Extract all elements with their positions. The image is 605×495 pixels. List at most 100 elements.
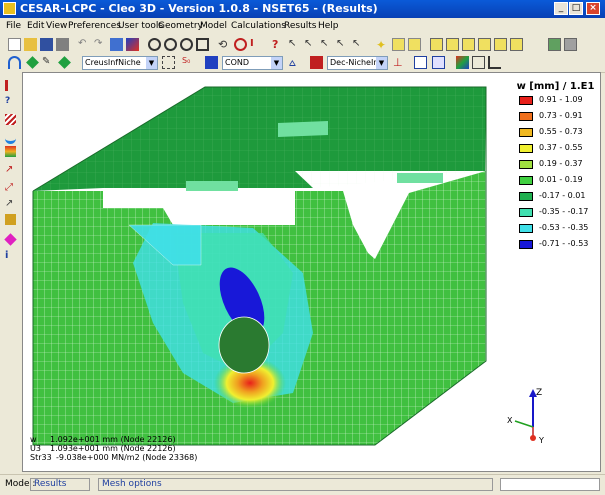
rotate-icon[interactable]: ⟲ [218, 38, 231, 51]
minimize-button[interactable]: _ [554, 2, 568, 15]
title-bar[interactable]: CESAR-LCPC - Cleo 3D - Version 1.0.8 - N… [0, 0, 605, 18]
menu-edit[interactable]: Edit [27, 21, 44, 31]
legend-swatch [519, 128, 533, 137]
box-deselect-icon[interactable] [408, 38, 421, 51]
legend-swatch [519, 208, 533, 217]
view-bottom-icon[interactable] [510, 38, 523, 51]
tunnel-section [218, 316, 270, 374]
zoom-icon[interactable] [148, 38, 161, 51]
volume-icon[interactable] [5, 214, 16, 225]
condition-combo-value: COND [225, 58, 250, 67]
select-node-icon[interactable]: ↖ [320, 38, 333, 51]
legend-range: 0.37 - 0.55 [539, 143, 583, 152]
print-icon[interactable] [56, 38, 69, 51]
arch-icon[interactable] [8, 56, 21, 69]
green-diamond-icon[interactable] [26, 56, 39, 69]
app-icon [3, 2, 16, 15]
view-iso-icon[interactable] [548, 38, 561, 51]
arrow-up-icon[interactable]: ↗ [5, 164, 16, 175]
legend-item: -0.71 - -0.53 [513, 236, 598, 252]
redo-icon[interactable]: ↷ [94, 38, 107, 51]
view-perspective-icon[interactable] [564, 38, 577, 51]
view-right-icon[interactable] [478, 38, 491, 51]
secondary-toolbar: ✎ CreusInfNiche ▼ S₀ COND ▼ ⩟ Dec-NicheI… [0, 54, 605, 73]
save-icon[interactable] [40, 38, 53, 51]
menu-user-tools[interactable]: User tools [118, 21, 163, 31]
isovalues-icon[interactable] [456, 56, 469, 69]
axis-x-label: X [507, 416, 513, 425]
undo-icon[interactable]: ↶ [78, 38, 91, 51]
select-element-icon[interactable]: ↖ [336, 38, 349, 51]
legend-item: 0.37 - 0.55 [513, 140, 598, 156]
legend-range: 0.55 - 0.73 [539, 127, 583, 136]
mesh-grid-icon[interactable] [162, 56, 175, 69]
pen-icon[interactable]: ✎ [42, 56, 55, 69]
zoom-in-icon[interactable] [164, 38, 177, 51]
condition-combo[interactable]: COND ▼ [222, 56, 283, 70]
legend-swatch [519, 144, 533, 153]
maximize-button[interactable]: □ [569, 2, 583, 15]
mesh-options-link[interactable]: Mesh options [102, 479, 162, 489]
menu-file[interactable]: File [6, 21, 21, 31]
magenta-diamond-icon[interactable] [4, 233, 17, 246]
menu-view[interactable]: View [46, 21, 67, 31]
view-back-icon[interactable] [446, 38, 459, 51]
layers-icon[interactable] [5, 146, 16, 157]
info-icon[interactable]: i [5, 250, 16, 261]
group-combo[interactable]: CreusInfNiche ▼ [82, 56, 158, 70]
mesh-icon[interactable] [110, 38, 123, 51]
stress-icon[interactable]: S₀ [182, 56, 195, 69]
menu-preferences[interactable]: Preferences [68, 21, 121, 31]
select-icon[interactable]: ↖ [304, 38, 317, 51]
lasso-icon[interactable] [234, 38, 247, 51]
status-field [500, 478, 600, 491]
open-folder-icon[interactable] [24, 38, 37, 51]
menu-bar: File Edit View Preferences User tools Ge… [0, 18, 605, 36]
legend-swatch [519, 96, 533, 105]
graph-icon[interactable] [488, 56, 501, 69]
chevron-down-icon: ▼ [376, 57, 387, 69]
menu-geometry[interactable]: Geometry [158, 21, 203, 31]
scale-icon[interactable]: ↗ [5, 198, 16, 209]
box-select-icon[interactable] [392, 38, 405, 51]
legend-range: 0.19 - 0.37 [539, 159, 583, 168]
help-icon[interactable]: ? [272, 38, 285, 51]
deformed-icon[interactable] [472, 56, 485, 69]
view-front-icon[interactable] [430, 38, 443, 51]
query-icon[interactable]: ? [5, 96, 16, 107]
new-file-icon[interactable] [8, 38, 21, 51]
legend-swatch [519, 192, 533, 201]
boundary-icon[interactable]: ⩟ [289, 56, 302, 69]
axis-y-label: Y [538, 436, 544, 445]
expand-icon[interactable] [5, 80, 19, 91]
hatch-icon[interactable] [5, 114, 16, 125]
condition-icon[interactable] [205, 56, 218, 69]
results-viewport[interactable]: w [mm] / 1.E1 0.91 - 1.09 0.73 - 0.91 0.… [22, 72, 601, 472]
group-icon[interactable] [58, 56, 71, 69]
load-combo[interactable]: Dec-NicheInf ▼ [327, 56, 388, 70]
color-map-icon[interactable] [126, 38, 139, 51]
load-icon[interactable] [310, 56, 323, 69]
select-face-icon[interactable]: ↖ [352, 38, 365, 51]
surface-icon[interactable] [5, 130, 16, 144]
menu-results[interactable]: Results [284, 21, 317, 31]
vector-icon[interactable]: ⤢ [5, 182, 16, 193]
top-niche [278, 121, 328, 137]
readout-str-value: -9.038e+000 MN/m2 (Node 23368) [56, 453, 198, 462]
view-top-icon[interactable] [494, 38, 507, 51]
pointer-icon[interactable]: ↖ [288, 38, 301, 51]
table-icon[interactable] [414, 56, 427, 69]
menu-calculations[interactable]: Calculations [231, 21, 286, 31]
calc-icon[interactable] [432, 56, 445, 69]
highlight-icon[interactable]: ✦ [376, 38, 389, 52]
text-tool-icon[interactable]: I [250, 38, 263, 51]
readout-w-value: 1.092e+001 mm (Node 22126) [50, 435, 176, 444]
close-button[interactable]: × [586, 2, 600, 15]
zoom-extent-icon[interactable] [196, 38, 209, 51]
zoom-out-icon[interactable] [180, 38, 193, 51]
menu-help[interactable]: Help [318, 21, 339, 31]
menu-model[interactable]: Model [200, 21, 227, 31]
view-left-icon[interactable] [462, 38, 475, 51]
legend-swatch [519, 112, 533, 121]
force-icon[interactable]: ⊥ [393, 56, 406, 69]
